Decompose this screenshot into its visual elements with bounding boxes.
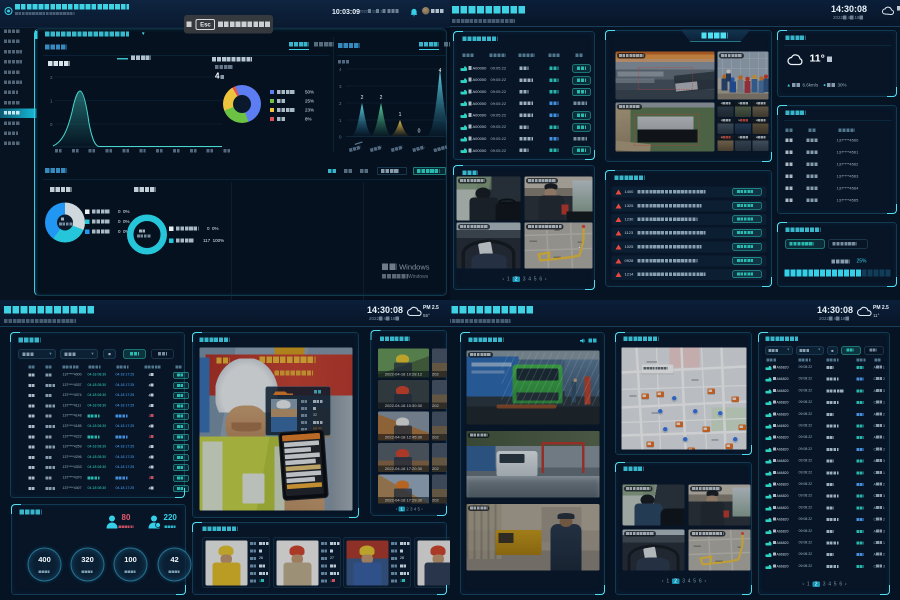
svg-text:▬▬▬: ▬▬▬ <box>652 411 663 415</box>
svg-text:2: 2 <box>380 95 383 101</box>
svg-text:1: 1 <box>50 99 53 104</box>
svg-text:▬▬▬: ▬▬▬ <box>694 545 702 548</box>
svg-text:4: 4 <box>339 67 342 72</box>
svg-text:▬▬: ▬▬ <box>692 378 700 382</box>
svg-text:0: 0 <box>50 122 53 127</box>
svg-text:▬▬: ▬▬ <box>738 546 744 549</box>
svg-text:1: 1 <box>399 112 402 118</box>
svg-text:0: 0 <box>418 129 421 135</box>
svg-text:▬▬▬: ▬▬▬ <box>530 240 538 243</box>
svg-text:▬▬: ▬▬ <box>555 229 561 232</box>
svg-text:▬▬: ▬▬ <box>630 394 638 398</box>
svg-text:2: 2 <box>339 101 342 106</box>
svg-text:▬▬▬: ▬▬▬ <box>647 360 658 364</box>
svg-text:4: 4 <box>439 68 442 74</box>
svg-text:0: 0 <box>339 135 342 140</box>
svg-text:2: 2 <box>361 95 364 101</box>
svg-text:3: 3 <box>339 84 342 89</box>
svg-text:▬▬: ▬▬ <box>578 241 584 244</box>
svg-text:▬▬: ▬▬ <box>712 438 720 442</box>
svg-text:1: 1 <box>339 118 342 123</box>
svg-text:▬▬▬: ▬▬▬ <box>716 560 724 563</box>
svg-text:▬▬▬: ▬▬▬ <box>554 256 562 259</box>
svg-text:2: 2 <box>50 75 53 80</box>
svg-text:▬▬: ▬▬ <box>717 535 723 538</box>
